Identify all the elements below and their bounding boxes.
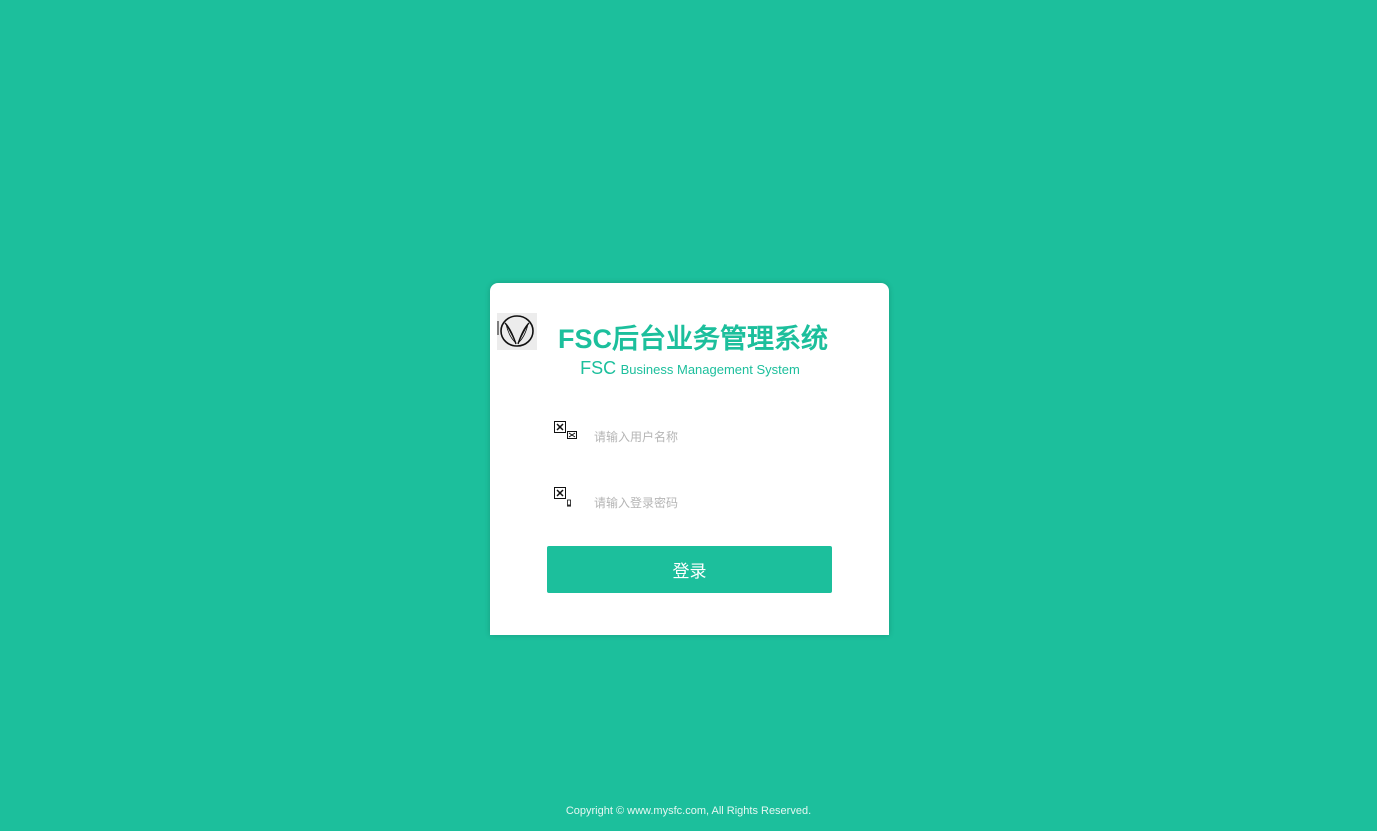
page-title: FSC后台业务管理系统 — [558, 324, 828, 354]
lock-icon — [553, 486, 579, 512]
username-input[interactable] — [594, 426, 824, 448]
subtitle-prefix: FSC — [580, 358, 617, 378]
password-input[interactable] — [594, 492, 824, 514]
logo-icon — [497, 313, 537, 350]
login-page: FSC后台业务管理系统 FSC Business Management Syst… — [0, 0, 1377, 831]
page-subtitle: FSC Business Management System — [550, 358, 830, 379]
login-button[interactable]: 登录 — [547, 546, 832, 593]
password-field — [552, 486, 832, 516]
copyright-footer: Copyright © www.mysfc.com, All Rights Re… — [565, 805, 812, 817]
user-icon — [553, 420, 579, 446]
login-card: FSC后台业务管理系统 FSC Business Management Syst… — [490, 283, 889, 635]
subtitle-text: Business Management System — [620, 362, 800, 377]
username-field — [552, 420, 832, 450]
